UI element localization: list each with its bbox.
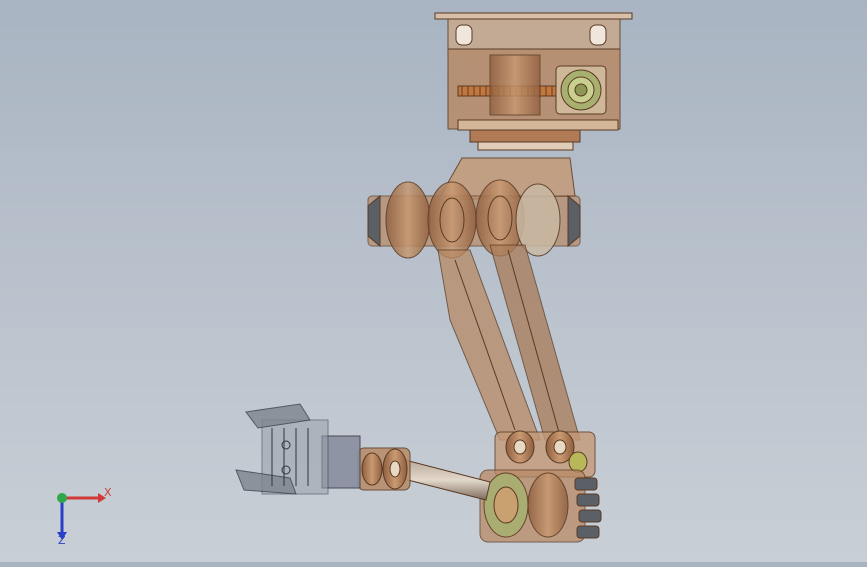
mount-slot	[455, 24, 473, 46]
forearm-housing[interactable]	[479, 469, 602, 543]
orientation-triad: X Z	[44, 482, 114, 547]
y-axis-dot-icon	[57, 493, 67, 503]
cad-viewport[interactable]	[0, 0, 867, 562]
upper-arm-link[interactable]	[437, 244, 581, 441]
shoulder-bearing	[385, 181, 431, 259]
base-motor-face	[555, 65, 607, 115]
shoulder-joint[interactable]	[367, 157, 581, 259]
x-axis-label: X	[104, 486, 112, 499]
base-mount-block[interactable]	[434, 12, 633, 151]
wrist-rotary-joint[interactable]	[357, 447, 411, 491]
shoulder-bearing	[427, 181, 477, 259]
z-axis-label: Z	[58, 534, 66, 546]
mount-slot	[589, 24, 607, 46]
extension-shaft[interactable]	[399, 459, 491, 501]
gripper-end-effector[interactable]	[235, 403, 361, 495]
robot-arm-model[interactable]	[0, 0, 867, 562]
